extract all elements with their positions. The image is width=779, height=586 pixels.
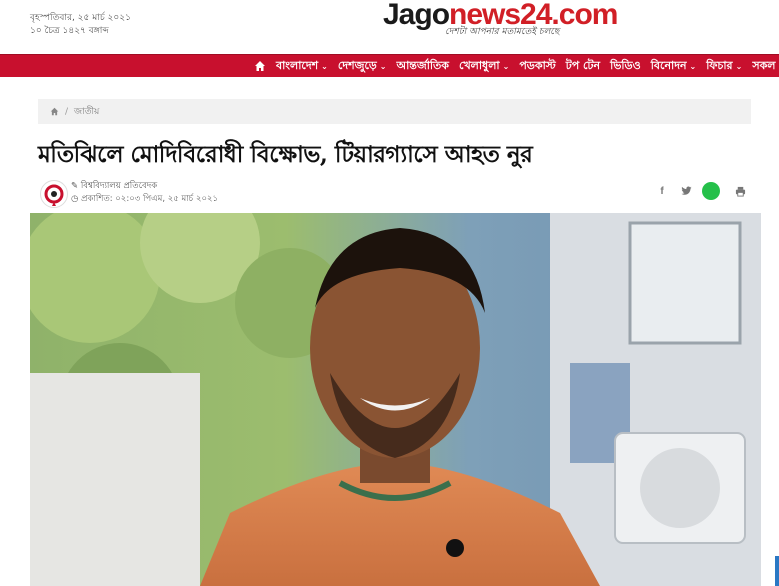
side-scroll-indicator: [775, 556, 779, 586]
breadcrumb: / জাতীয়: [38, 99, 751, 124]
date-block: বৃহস্পতিবার, ২৫ মার্চ ২০২১ ১০ চৈত্র ১৪২৭…: [30, 12, 131, 38]
print-icon: [735, 186, 745, 197]
logo-mark-icon: [44, 184, 64, 206]
nav-item-feature[interactable]: ফিচার ⌄: [706, 57, 742, 76]
nav-item-entertainment[interactable]: বিনোদন ⌄: [651, 57, 697, 76]
nav-item-all[interactable]: সকল: [752, 57, 775, 76]
nav-label: বাংলাদেশ: [276, 58, 319, 72]
site-header: বৃহস্পতিবার, ২৫ মার্চ ২০২১ ১০ চৈত্র ১৪২৭…: [0, 0, 779, 52]
nav-item-bangladesh[interactable]: বাংলাদেশ ⌄: [276, 57, 328, 76]
logo-part1: Jago: [383, 0, 450, 31]
date-bengali: ১০ চৈত্র ১৪২৭ বঙ্গাব্দ: [30, 26, 109, 36]
hero-photo: [30, 213, 761, 586]
nav-item-podcast[interactable]: পডকাস্ট: [519, 57, 555, 76]
date-gregorian: বৃহস্পতিবার, ২৫ মার্চ ২০২১: [30, 13, 131, 23]
nav-item-top-ten[interactable]: টপ টেন: [566, 57, 600, 76]
article-hero-image: [30, 213, 761, 586]
nav-label: ভিডিও: [610, 58, 641, 72]
facebook-icon: f: [660, 185, 664, 197]
home-icon: [255, 61, 265, 71]
nav-item-deshjure[interactable]: দেশজুড়ে ⌄: [338, 57, 387, 76]
breadcrumb-category[interactable]: জাতীয়: [74, 104, 99, 119]
chevron-down-icon: ⌄: [502, 61, 510, 71]
twitter-icon: [680, 186, 692, 195]
pencil-icon: ✎: [71, 181, 79, 191]
nav-label: পডকাস্ট: [519, 58, 556, 72]
facebook-share-button[interactable]: f: [652, 181, 672, 201]
article-byline: ✎ বিশ্ববিদ্যালয় প্রতিবেদক ◷ প্রকাশিত: ০…: [40, 178, 762, 210]
breadcrumb-separator: /: [65, 106, 69, 117]
nav-item-sports[interactable]: খেলাধুলা ⌄: [459, 57, 509, 76]
nav-label: ফিচার: [706, 58, 733, 72]
nav-label: সকল: [752, 58, 776, 72]
clock-icon: ◷: [71, 194, 79, 204]
main-nav: বাংলাদেশ ⌄ দেশজুড়ে ⌄ আন্তর্জাতিক খেলাধুলা…: [0, 54, 779, 77]
author-line: ✎ বিশ্ববিদ্যালয় প্রতিবেদক: [71, 179, 157, 193]
nav-label: বিনোদন: [650, 58, 687, 72]
nav-home[interactable]: [254, 60, 266, 72]
share-bar: f: [648, 181, 750, 201]
nav-list: বাংলাদেশ ⌄ দেশজুড়ে ⌄ আন্তর্জাতিক খেলাধুলা…: [254, 55, 779, 77]
twitter-share-button[interactable]: [676, 181, 696, 201]
home-icon[interactable]: [50, 107, 59, 116]
published-time: প্রকাশিত: ০২:০৩ পিএম, ২৫ মার্চ ২০২১: [81, 194, 219, 204]
nav-label: দেশজুড়ে: [337, 58, 377, 72]
print-button[interactable]: [730, 181, 750, 201]
chevron-down-icon: ⌄: [379, 61, 387, 71]
nav-label: আন্তর্জাতিক: [396, 58, 449, 72]
logo-tagline: দেশটা আপনার মতামতেই চলছে: [445, 27, 560, 37]
author-avatar: [40, 180, 68, 208]
whatsapp-share-button[interactable]: [702, 182, 720, 200]
nav-item-international[interactable]: আন্তর্জাতিক: [396, 57, 449, 76]
author-name[interactable]: বিশ্ববিদ্যালয় প্রতিবেদক: [81, 181, 157, 191]
site-logo[interactable]: Jagonews24.com দেশটা আপনার মতামতেই চলছে: [383, 0, 618, 40]
chevron-down-icon: ⌄: [321, 61, 328, 71]
nav-item-video[interactable]: ভিডিও: [610, 57, 641, 76]
chevron-down-icon: ⌄: [735, 61, 743, 71]
article-headline: মতিঝিলে মোদিবিরোধী বিক্ষোভ, টিয়ারগ্যাসে…: [38, 141, 533, 168]
nav-label: খেলাধুলা: [458, 58, 500, 72]
chevron-down-icon: ⌄: [689, 61, 697, 71]
published-line: ◷ প্রকাশিত: ০২:০৩ পিএম, ২৫ মার্চ ২০২১: [71, 192, 218, 206]
nav-label: টপ টেন: [565, 58, 601, 72]
